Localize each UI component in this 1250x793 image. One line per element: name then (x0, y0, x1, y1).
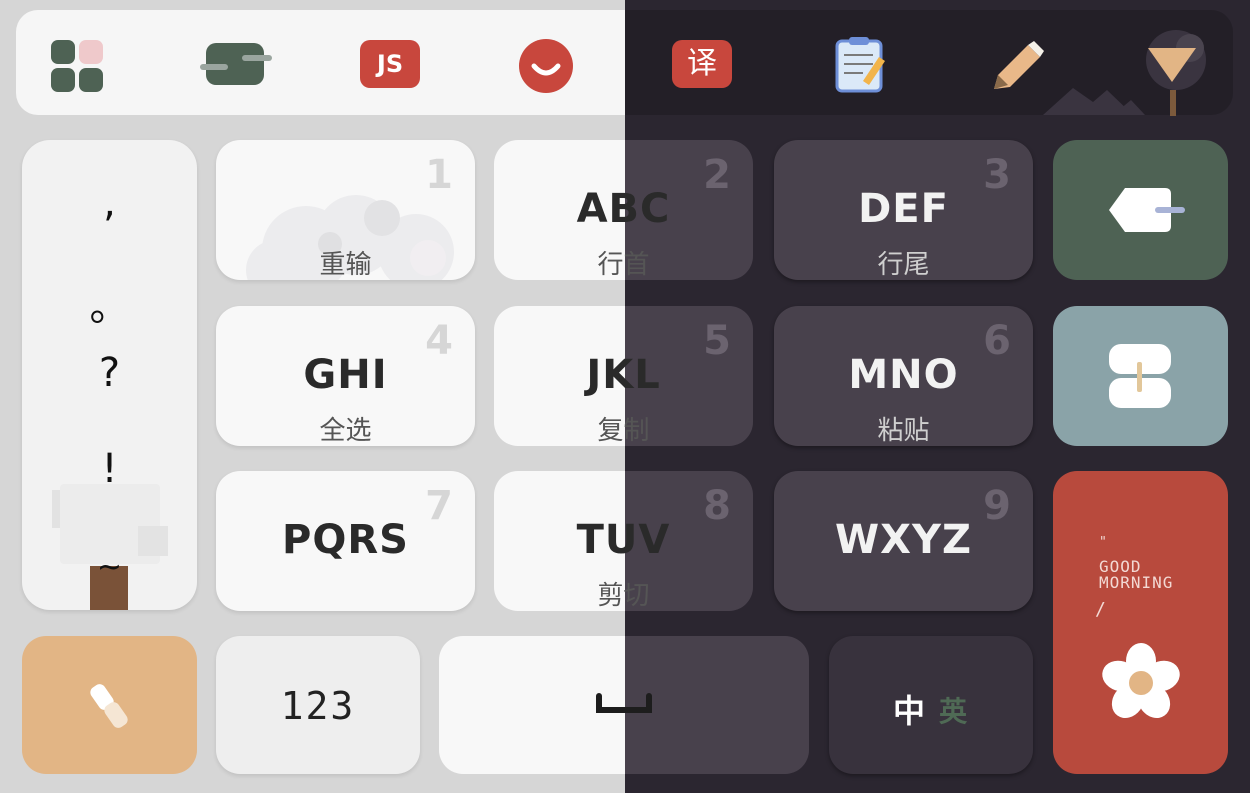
key-main: JKL (586, 352, 661, 398)
pencil-icon[interactable] (988, 37, 1048, 97)
key-1-retype[interactable]: 1 重输 (216, 140, 475, 280)
key-sub: 全选 (319, 416, 372, 446)
segment-key[interactable] (1053, 306, 1228, 446)
key-main: TUV (576, 517, 671, 563)
key-8-tuv[interactable]: 8 TUV 剪切 (494, 471, 753, 611)
key-main: GHI (303, 352, 388, 398)
key-sub: 行首 (597, 250, 650, 280)
js-icon[interactable]: JS (360, 40, 420, 100)
flower-icon (1102, 643, 1180, 719)
punctuation-panel: , 。 ? ! ~ (22, 140, 197, 610)
backspace-key[interactable] (1053, 140, 1228, 280)
lightning-icon (90, 684, 128, 728)
punct-question[interactable]: ? (22, 350, 197, 396)
punct-tilde[interactable]: ~ (22, 550, 197, 585)
key-6-mno[interactable]: 6 MNO 粘贴 (774, 306, 1033, 446)
key-sub: 复制 (597, 416, 650, 446)
translate-icon-label: 译 (672, 40, 732, 88)
translate-icon[interactable]: 译 (672, 40, 732, 100)
smile-icon[interactable] (518, 38, 578, 98)
lang-zh: 中 (893, 692, 926, 730)
num-mode-label: 123 (280, 684, 356, 728)
key-sub: 剪切 (597, 581, 650, 611)
space-key[interactable] (439, 636, 809, 774)
punct-comma[interactable]: , (22, 180, 197, 226)
key-7-pqrs[interactable]: 7 PQRS (216, 471, 475, 611)
apps-icon[interactable] (48, 37, 108, 97)
punct-period[interactable]: 。 (22, 274, 197, 332)
key-main: DEF (858, 186, 949, 232)
key-main: WXYZ (835, 517, 972, 563)
num-mode-key[interactable]: 123 (216, 636, 420, 774)
key-main: ABC (576, 186, 671, 232)
key-main: MNO (848, 352, 959, 398)
notepad-icon[interactable] (835, 37, 895, 97)
enter-key[interactable]: " GOOD MORNING / (1053, 471, 1228, 774)
switch-icon[interactable] (198, 37, 278, 97)
segment-icon (1109, 344, 1171, 408)
lang-switch-key[interactable]: 中 英 (829, 636, 1033, 774)
key-main: PQRS (282, 517, 409, 563)
lang-en: 英 (939, 695, 968, 728)
key-2-abc[interactable]: 2 ABC 行首 (494, 140, 753, 280)
key-sub: 重输 (319, 250, 372, 280)
quick-phrase-key[interactable] (22, 636, 197, 774)
backspace-icon (1109, 188, 1185, 232)
key-5-jkl[interactable]: 5 JKL 复制 (494, 306, 753, 446)
collapse-icon[interactable] (1140, 28, 1220, 118)
key-sub: 粘贴 (877, 416, 930, 446)
space-icon (596, 693, 652, 713)
js-icon-label: JS (360, 40, 420, 88)
key-4-ghi[interactable]: 4 GHI 全选 (216, 306, 475, 446)
tree-decoration (52, 484, 168, 610)
key-number: 1 (425, 152, 453, 198)
key-sub: 行尾 (877, 250, 930, 280)
key-3-def[interactable]: 3 DEF 行尾 (774, 140, 1033, 280)
key-9-wxyz[interactable]: 9 WXYZ (774, 471, 1033, 611)
